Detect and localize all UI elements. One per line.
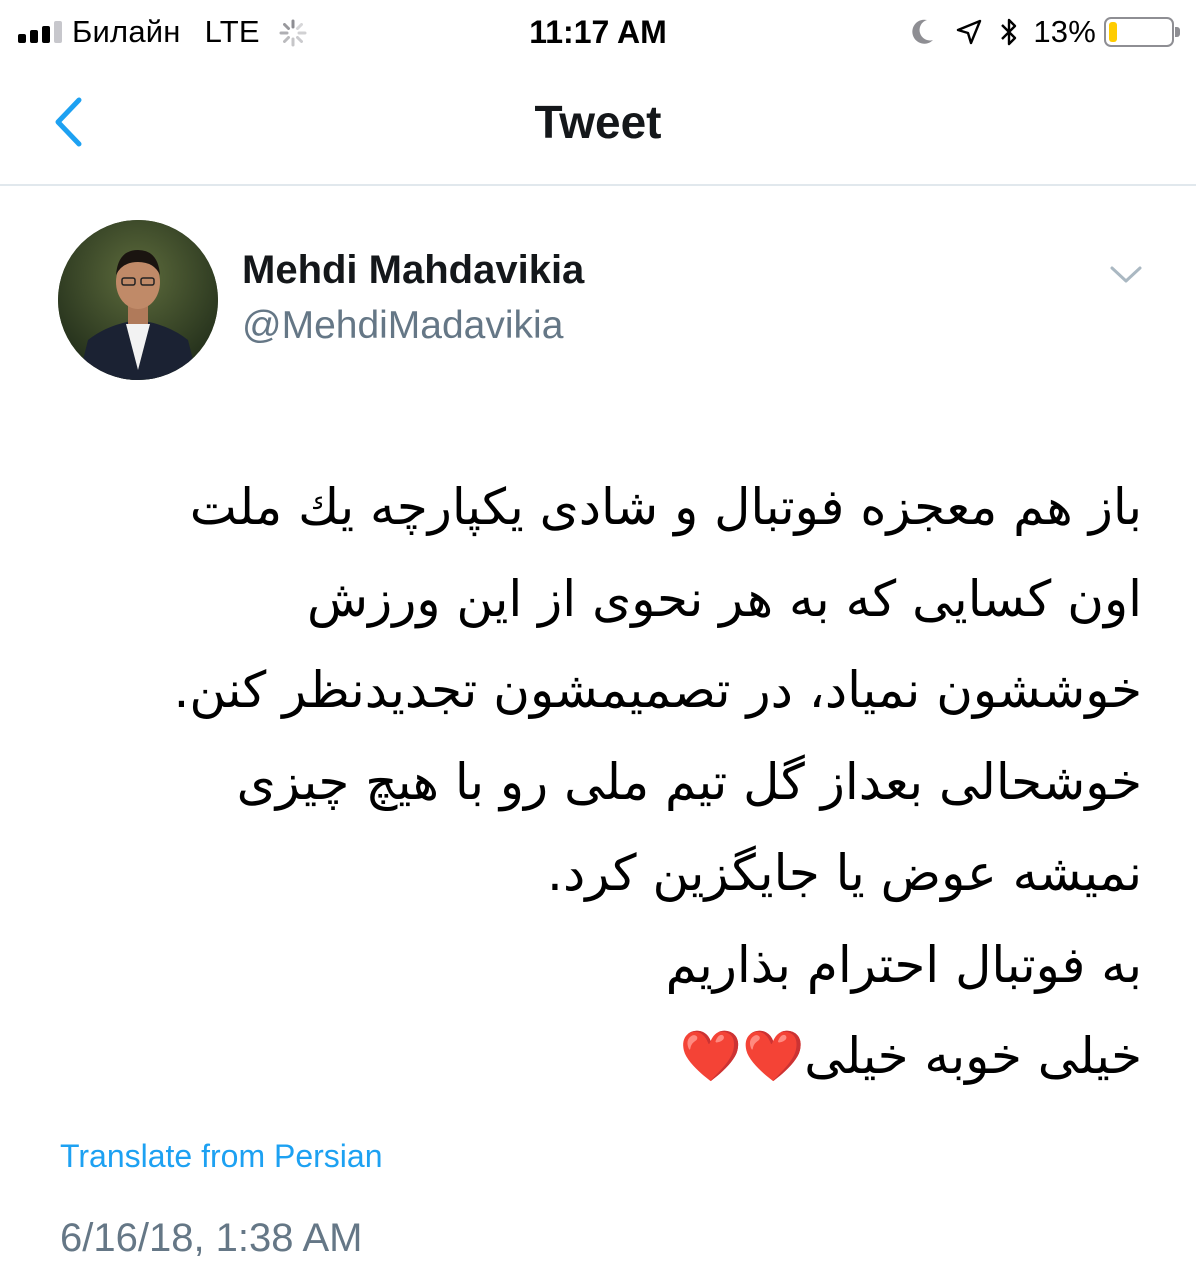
- tweet-line-text: خیلی خوبه خیلی: [804, 1027, 1142, 1085]
- tweet-line: به فوتبال احترام بذاریم: [665, 935, 1142, 994]
- location-arrow-icon: [957, 19, 982, 45]
- moon-icon: [912, 19, 934, 44]
- battery-icon: [1104, 17, 1180, 47]
- tweet-line: نمیشه عوض یا جایگزین کرد.: [547, 844, 1142, 902]
- tweet-line: خوشحالی بعداز گل تیم ملی رو با هیچ چیزی: [236, 752, 1142, 811]
- tweet-line: باز هم معجزه فوتبال و شادی یکپارچه یك مل…: [189, 478, 1142, 536]
- tweet-line: خوششون نمیاد، در تصمیمشون تجدیدنظر کنن.: [173, 661, 1142, 719]
- avatar-photo: [58, 220, 218, 380]
- tweet-header: Mehdi Mahdavikia @MehdiMadavikia: [0, 186, 1196, 426]
- author-name[interactable]: Mehdi Mahdavikia: [242, 246, 584, 294]
- tweet-line-last: خیلی خوبه خیلی❤️❤️: [60, 1011, 1142, 1103]
- nav-bar: Tweet: [0, 64, 1196, 186]
- battery-percent: 13%: [1033, 14, 1096, 49]
- status-bar: Билайн LTE 11:17 AM 13%: [0, 0, 1196, 64]
- chevron-down-icon: [1110, 266, 1142, 283]
- heart-emoji: ❤️❤️: [679, 1027, 805, 1085]
- translate-link[interactable]: Translate from Persian: [60, 1134, 382, 1178]
- battery-level: [1109, 22, 1117, 42]
- author-handle[interactable]: @MehdiMadavikia: [242, 302, 563, 350]
- tweet-timestamp: 6/16/18, 1:38 AM: [60, 1216, 363, 1260]
- tweet-text: باز هم معجزه فوتبال و شادی یکپارچه یك مل…: [60, 462, 1142, 1103]
- status-right: 13%: [909, 12, 1180, 52]
- tweet-options-button[interactable]: [1104, 258, 1148, 292]
- bluetooth-icon: [1001, 18, 1017, 46]
- page-title: Tweet: [534, 96, 662, 148]
- avatar[interactable]: [58, 220, 218, 380]
- tweet-line: اون کسایی که به هر نحوی از این ورزش: [307, 569, 1142, 628]
